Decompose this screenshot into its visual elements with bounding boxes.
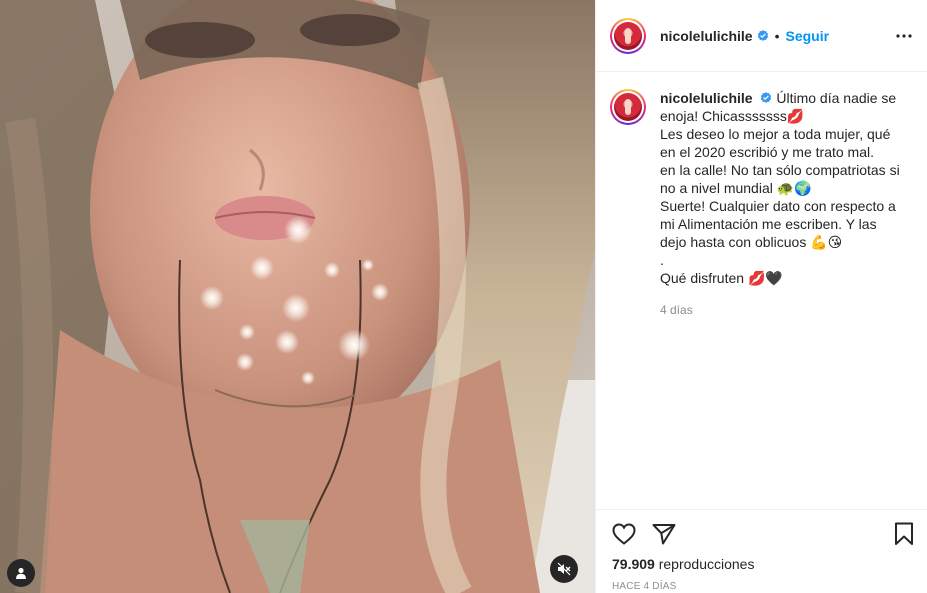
caption-avatar[interactable] bbox=[610, 89, 646, 125]
action-bar: 79.909 reproducciones HACE 4 DÍAS bbox=[596, 509, 927, 593]
views-count[interactable]: 79.909 reproducciones bbox=[612, 556, 754, 572]
caption-line: Suerte! Cualquier dato con respecto a bbox=[660, 198, 896, 214]
caption-line: mi Alimentación me escriben. Y las bbox=[660, 216, 877, 232]
user-tag-button[interactable] bbox=[7, 559, 35, 587]
user-tag-icon bbox=[16, 567, 26, 579]
caption-username[interactable]: nicolelulichile bbox=[660, 90, 753, 106]
verified-badge-icon bbox=[757, 29, 768, 41]
speaker-muted-icon bbox=[557, 562, 571, 576]
caption-body: nicolelulichile Último día nadie se enoj… bbox=[660, 89, 912, 319]
mute-button[interactable] bbox=[550, 555, 578, 583]
caption-line: Les deseo lo mejor a toda mujer, qué bbox=[660, 126, 891, 142]
separator-dot: • bbox=[774, 27, 780, 44]
verified-badge-icon bbox=[761, 92, 772, 103]
bookmark-icon bbox=[895, 522, 913, 545]
post-header: nicolelulichile • Seguir bbox=[596, 0, 927, 72]
header-username[interactable]: nicolelulichile bbox=[660, 28, 753, 44]
heart-icon bbox=[612, 523, 636, 545]
views-number: 79.909 bbox=[612, 556, 655, 572]
avatar[interactable] bbox=[610, 17, 646, 54]
save-button[interactable] bbox=[890, 520, 918, 548]
caption-line: . bbox=[660, 252, 664, 268]
post-date[interactable]: HACE 4 DÍAS bbox=[612, 581, 676, 592]
caption-line: en el 2020 escribió y me trato mal. bbox=[660, 144, 874, 160]
caption-line: dejo hasta con oblicuos 💪😘 bbox=[660, 234, 843, 250]
caption-timestamp[interactable]: 4 días bbox=[660, 301, 912, 319]
caption-area: nicolelulichile Último día nadie se enoj… bbox=[596, 73, 927, 509]
paper-plane-icon bbox=[652, 524, 676, 545]
caption-line: en la calle! No tan sólo compatriotas si bbox=[660, 162, 900, 178]
caption-comment: nicolelulichile Último día nadie se enoj… bbox=[610, 89, 912, 319]
post-video[interactable] bbox=[0, 0, 595, 593]
post-details-panel: nicolelulichile • Seguir nicolelulichile bbox=[595, 0, 927, 593]
more-options-button[interactable] bbox=[892, 26, 916, 46]
follow-button[interactable]: Seguir bbox=[786, 28, 830, 44]
caption-line: Qué disfruten 💋🖤 bbox=[660, 270, 783, 286]
caption-line: no a nivel mundial 🐢🌍 bbox=[660, 180, 812, 196]
share-button[interactable] bbox=[650, 520, 678, 548]
like-button[interactable] bbox=[610, 520, 638, 548]
video-frame bbox=[0, 0, 595, 593]
views-label: reproducciones bbox=[658, 556, 755, 572]
more-options-icon bbox=[896, 34, 912, 38]
